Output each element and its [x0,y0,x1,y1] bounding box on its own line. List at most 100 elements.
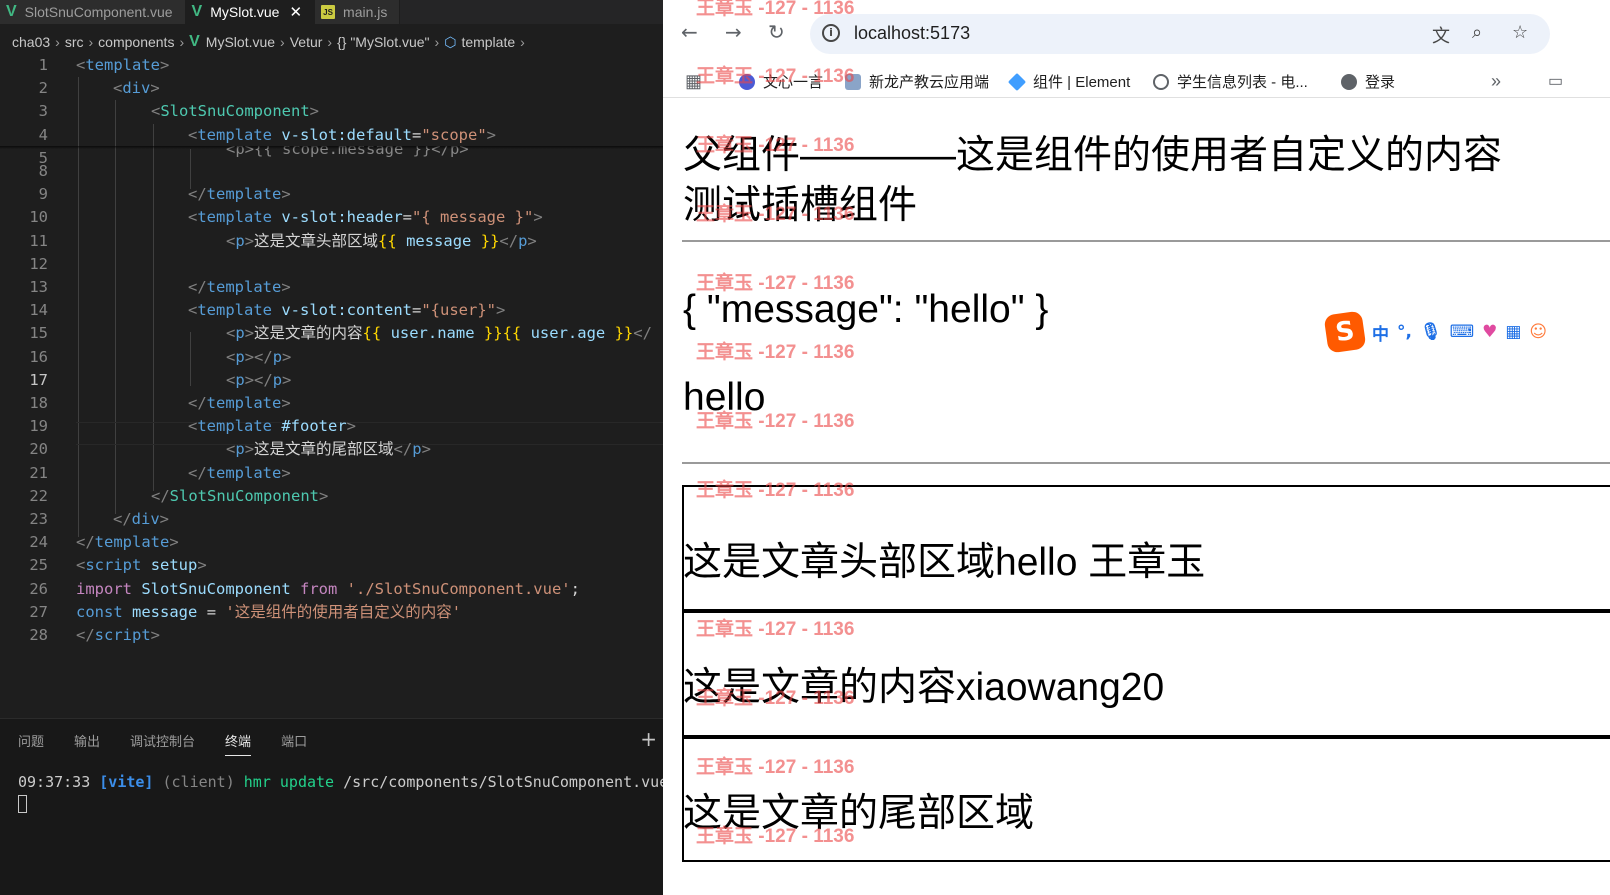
line-number: 1 [38,56,48,74]
code-line: </div> [113,510,170,528]
line-number: 18 [29,394,48,412]
tab-ports[interactable]: 端口 [281,731,307,756]
bookmark-item[interactable]: 文心一言 [739,71,823,92]
code-token: template [85,56,160,74]
line-number: 26 [29,579,48,598]
chevron-right-icon: › [88,34,94,50]
url-text[interactable]: localhost:5173 [854,23,970,44]
code-token: template [206,185,282,204]
terminal-output[interactable]: 09:37:33 [vite] (client) hmr update /src… [18,773,663,791]
code-token: div [131,510,160,528]
breadcrumb-item[interactable]: Vetur [290,34,323,50]
code-token: SlotSnuComponent [169,486,319,505]
terminal-client: (client) [162,773,235,791]
code-token: setup [150,556,198,575]
bookmark-label: 新龙产教云应用端 [869,74,990,91]
terminal-action: hmr update [243,773,335,791]
browser-toolbar: ← → ↻ i localhost:5173 文 ⌕ ☆ [663,0,1610,66]
bookmark-item[interactable]: 登录 [1341,71,1395,92]
breadcrumb-item[interactable]: cha03 [12,34,50,50]
line-number: 23 [29,510,48,528]
chevron-right-icon: › [434,34,440,50]
code-token: template [197,417,272,436]
code-line: <script setup> [76,556,207,575]
terminal-path: /src/components/SlotSnuComponent.vue [343,773,663,791]
ime-toolbar[interactable]: S 中 °, 🎙︎ ⌨︎ ♥︎ ▦ ☺︎ [1323,310,1610,354]
message-text: hello [683,376,766,419]
slot-content-text: 这是文章的内容xiaowang20 [683,666,1165,709]
line-number: 8 [38,162,48,180]
breadcrumb-item[interactable]: components [98,34,174,50]
tab-label: MySlot.vue [210,4,280,20]
code-token: message [132,602,198,621]
breadcrumb-item[interactable]: {} "MySlot.vue" [337,34,429,50]
reload-icon[interactable]: ↻ [768,20,785,44]
tab-slotsnucomponent[interactable]: V SlotSnuComponent.vue [0,0,186,24]
code-line: </template> [188,463,291,482]
star-icon[interactable]: ☆ [1512,22,1528,43]
wenxin-icon [739,73,755,90]
code-token: div [122,79,151,98]
bookmark-item[interactable]: 新龙产教云应用端 [845,71,989,92]
bookmark-label: 学生信息列表 - 电... [1177,74,1308,91]
sogou-logo-icon[interactable]: S [1323,310,1367,354]
code-area[interactable]: 1 2 3 4 5 8 9 10 11 12 13 14 15 16 17 18… [0,54,663,654]
forward-icon[interactable]: → [725,20,742,44]
breadcrumb-item[interactable]: src [65,34,84,50]
punctuation-icon[interactable]: °, [1397,322,1412,342]
code-token: template [206,394,282,412]
microphone-icon[interactable]: 🎙︎ [1420,322,1442,342]
apps-icon[interactable]: ▦ [685,71,702,92]
toolbox-icon[interactable]: ▦ [1505,322,1521,342]
panel-tabs: 问题 输出 调试控制台 终端 端口 [18,731,307,756]
code-token: #footer [281,417,347,436]
bookmark-item[interactable]: 组件 | Element [1007,71,1130,92]
back-icon[interactable]: ← [681,20,698,44]
mascot-icon[interactable]: ☺︎ [1529,322,1547,342]
tab-debug-console[interactable]: 调试控制台 [130,731,195,756]
tab-output[interactable]: 输出 [74,731,100,756]
zoom-icon[interactable]: ⌕ [1472,22,1482,43]
plus-icon[interactable]: + [640,727,657,751]
line-number: 15 [29,324,48,343]
bookmark-label: 文心一言 [763,74,824,91]
breadcrumb-item[interactable]: template [461,34,515,50]
skin-icon[interactable]: ♥︎ [1482,322,1497,342]
keyboard-icon[interactable]: ⌨︎ [1450,322,1475,342]
close-icon[interactable]: ✕ [289,3,302,21]
code-token: script [85,556,142,575]
tab-terminal[interactable]: 终端 [225,731,252,756]
cloud-icon [845,73,861,90]
info-icon[interactable]: i [822,24,840,42]
ime-language-toggle[interactable]: 中 [1372,320,1389,345]
code-line: </template> [76,533,179,552]
code-line: const message = '这是组件的使用者自定义的内容' [76,602,462,621]
globe-icon [1153,73,1169,90]
indent-guide [190,332,191,386]
globe-icon [1341,73,1357,90]
breadcrumb: cha03 › src › components › V MySlot.vue › Ve… [12,31,530,53]
tab-problems[interactable]: 问题 [18,731,44,756]
vue-icon: V [189,33,200,50]
overflow-chevron-icon[interactable]: » [1491,71,1501,92]
translate-icon[interactable]: 文 [1432,22,1450,48]
address-bar[interactable]: i localhost:5173 文 ⌕ ☆ [810,14,1550,54]
line-number: 22 [29,486,48,505]
code-editor: V SlotSnuComponent.vue V MySlot.vue ✕ JS… [0,0,663,895]
chevron-right-icon: › [55,34,60,50]
code-token: './SlotSnuComponent.vue' [346,579,571,598]
breadcrumb-item[interactable]: MySlot.vue [206,34,275,50]
browser-window: ← → ↻ i localhost:5173 文 ⌕ ☆ ▦ 文心一言 新龙产教… [663,0,1610,895]
line-number: 24 [29,533,48,552]
tab-myslot[interactable]: V MySlot.vue ✕ [185,0,316,24]
line-number: 20 [29,440,48,459]
code-token: template [197,301,272,320]
code-line: <p></p> [226,370,292,389]
editor-tabs: V SlotSnuComponent.vue V MySlot.vue ✕ JS… [0,0,663,24]
code-line: <template v-slot:header="{ message }"> [188,208,543,227]
code-line: import SlotSnuComponent from './SlotSnuC… [76,579,580,598]
folder-icon[interactable]: ▭ [1548,71,1563,91]
code-line: <p>这是文章的内容{{ user.name }}{{ user.age }}<… [226,324,652,343]
bookmark-item[interactable]: 学生信息列表 - 电... [1153,71,1308,92]
tab-mainjs[interactable]: JS main.js [315,0,401,24]
